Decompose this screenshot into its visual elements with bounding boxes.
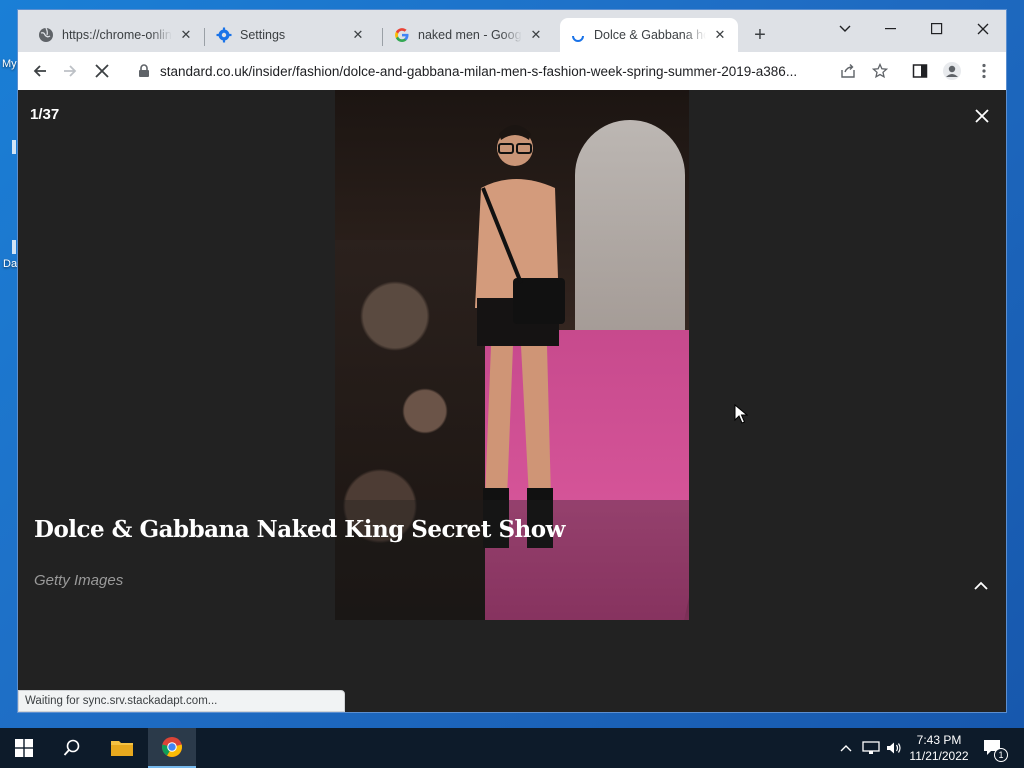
desktop-icon-fragment[interactable]	[12, 240, 16, 254]
taskbar-clock[interactable]: 7:43 PM 11/21/2022	[900, 732, 978, 764]
google-icon	[394, 27, 410, 43]
minimize-icon	[885, 28, 896, 30]
side-panel-button[interactable]	[908, 59, 932, 83]
tab-strip: https://chrome-online ✕ Settings ✕ naked…	[18, 10, 1006, 52]
tab-title: https://chrome-online	[62, 28, 172, 42]
gallery-close-button[interactable]	[972, 106, 992, 126]
minimize-button[interactable]	[868, 14, 914, 44]
tab-google-search[interactable]: naked men - Google ✕	[384, 18, 554, 52]
status-bubble: Waiting for sync.srv.stackadapt.com...	[18, 690, 345, 712]
tab-dolce-gabbana[interactable]: Dolce & Gabbana ho ✕	[560, 18, 738, 52]
more-vertical-icon	[982, 63, 986, 79]
photo-arch	[575, 120, 685, 330]
photo-credit: Getty Images	[34, 572, 124, 589]
clock-date: 11/21/2022	[909, 749, 969, 763]
maximize-button[interactable]	[914, 14, 960, 44]
network-icon	[862, 741, 880, 754]
gallery-overlay: 1/37 Dolce & Gabbana Naked King Secret S…	[18, 90, 1006, 712]
search-button[interactable]	[48, 728, 96, 768]
windows-logo-icon	[15, 739, 33, 757]
tab-close-icon[interactable]: ✕	[350, 27, 366, 43]
desktop-icon-fragment[interactable]	[12, 140, 16, 154]
chrome-taskbar-button[interactable]	[148, 728, 196, 768]
gallery-counter: 1/37	[30, 106, 60, 123]
url-text[interactable]: standard.co.uk/insider/fashion/dolce-and…	[160, 64, 830, 79]
chevron-down-icon	[839, 25, 851, 32]
avatar-icon	[943, 62, 961, 80]
tab-separator	[382, 28, 383, 46]
share-button[interactable]	[836, 59, 860, 83]
taskbar: 7:43 PM 11/21/2022 1	[0, 728, 1024, 768]
share-icon	[841, 64, 855, 78]
tab-close-icon[interactable]: ✕	[178, 27, 194, 43]
file-explorer-button[interactable]	[98, 728, 146, 768]
maximize-icon	[931, 23, 943, 35]
close-icon	[95, 64, 109, 78]
tab-separator	[204, 28, 205, 46]
tab-chrome-online[interactable]: https://chrome-online ✕	[28, 18, 204, 52]
globe-icon	[38, 27, 54, 43]
close-icon	[975, 109, 989, 123]
action-center-button[interactable]: 1	[980, 728, 1008, 768]
browser-toolbar: standard.co.uk/insider/fashion/dolce-and…	[18, 52, 1006, 90]
caption-expand-button[interactable]	[974, 578, 990, 590]
chevron-up-icon	[840, 745, 852, 752]
desktop-icon-label[interactable]: Da	[3, 258, 17, 270]
search-icon	[63, 739, 80, 756]
forward-button[interactable]	[58, 59, 82, 83]
gear-icon	[216, 27, 232, 43]
star-icon	[872, 63, 888, 79]
menu-button[interactable]	[972, 59, 996, 83]
close-icon	[977, 23, 989, 35]
chevron-up-icon	[974, 581, 988, 590]
profile-button[interactable]	[940, 59, 964, 83]
tab-close-icon[interactable]: ✕	[528, 27, 544, 43]
tray-overflow-button[interactable]	[838, 728, 854, 768]
tab-title: Settings	[240, 28, 286, 42]
arrow-right-icon	[64, 65, 77, 77]
tab-search-button[interactable]	[822, 14, 868, 44]
folder-icon	[111, 741, 133, 756]
network-button[interactable]	[860, 728, 882, 768]
tab-title: Dolce & Gabbana ho	[594, 28, 706, 42]
mouse-cursor-icon	[734, 404, 748, 424]
side-panel-icon	[912, 64, 928, 78]
bookmark-button[interactable]	[868, 59, 892, 83]
tab-close-icon[interactable]: ✕	[712, 27, 728, 43]
tab-settings[interactable]: Settings ✕	[206, 18, 376, 52]
tab-title: naked men - Google	[418, 28, 522, 42]
lock-icon[interactable]	[138, 64, 152, 78]
browser-window: https://chrome-online ✕ Settings ✕ naked…	[18, 10, 1006, 712]
clock-time: 7:43 PM	[916, 733, 962, 747]
notification-count-badge: 1	[994, 748, 1008, 762]
address-bar[interactable]: standard.co.uk/insider/fashion/dolce-and…	[126, 57, 890, 85]
close-window-button[interactable]	[960, 14, 1006, 44]
chrome-icon	[161, 737, 183, 757]
loading-spinner-icon	[570, 27, 586, 43]
gallery-caption: Dolce & Gabbana Naked King Secret Show	[34, 516, 565, 543]
stop-loading-button[interactable]	[90, 59, 114, 83]
arrow-left-icon	[33, 65, 46, 77]
start-button[interactable]	[0, 728, 48, 768]
desktop-icon-label[interactable]: My	[2, 58, 17, 70]
back-button[interactable]	[28, 59, 52, 83]
new-tab-button[interactable]: +	[749, 24, 771, 46]
